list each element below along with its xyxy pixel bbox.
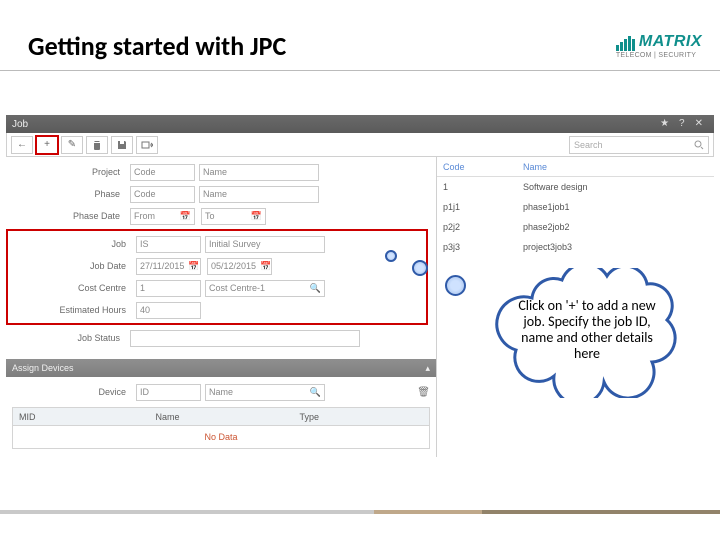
brand-logo: MATRIX TELECOM | SECURITY [616, 33, 702, 59]
lookup-icon[interactable]: 🔍 [310, 387, 321, 398]
callout-dot [445, 275, 466, 296]
calendar-icon: 📅 [180, 211, 191, 222]
search-placeholder: Search [574, 140, 603, 150]
job-form: Project Code Name Phase Code Name Phase … [6, 157, 436, 353]
save-button[interactable] [111, 136, 133, 154]
trash-icon [92, 140, 102, 150]
window-title: Job [12, 119, 28, 130]
toolbar: ← + ✎ Search [6, 133, 714, 157]
lookup-col-name: Name [523, 162, 547, 172]
lookup-icon[interactable]: 🔍 [310, 283, 321, 294]
trash-icon[interactable]: 🗑 [417, 387, 430, 398]
project-code-input[interactable]: Code [130, 164, 195, 181]
lookup-row[interactable]: 1Software design [437, 177, 714, 197]
label-project: Project [6, 167, 126, 177]
label-device: Device [12, 387, 132, 397]
logo-bars-icon [616, 36, 635, 51]
lookup-row[interactable]: p1j1phase1job1 [437, 197, 714, 217]
callout-dot [412, 260, 428, 276]
window-titlebar: Job ★ ? ✕ [6, 115, 714, 133]
device-name-input[interactable]: Name🔍 [205, 384, 325, 401]
calendar-icon: 📅 [260, 261, 271, 272]
lookup-row[interactable]: p3j3project3job3 [437, 237, 714, 257]
est-hours-input[interactable]: 40 [136, 302, 201, 319]
back-button[interactable]: ← [11, 136, 33, 154]
slide-title: Getting started with JPC [28, 30, 286, 62]
phase-date-from[interactable]: From📅 [130, 208, 195, 225]
col-type: Type [300, 412, 320, 422]
highlight-box: Job IS Initial Survey Job Date 27/11/201… [6, 229, 428, 325]
star-icon[interactable]: ★ [655, 119, 674, 129]
device-id-input[interactable]: ID [136, 384, 201, 401]
label-cost-centre: Cost Centre [12, 283, 132, 293]
collapse-icon[interactable]: ▴ [425, 363, 430, 374]
add-button[interactable]: + [36, 136, 58, 154]
job-code-input[interactable]: IS [136, 236, 201, 253]
col-name: Name [156, 412, 180, 422]
label-job: Job [12, 239, 132, 249]
label-job-date: Job Date [12, 261, 132, 271]
phase-code-input[interactable]: Code [130, 186, 195, 203]
cost-code-input[interactable]: 1 [136, 280, 201, 297]
phase-name-input[interactable]: Name [199, 186, 319, 203]
calendar-icon: 📅 [188, 261, 199, 272]
job-name-input[interactable]: Initial Survey [205, 236, 325, 253]
lookup-row[interactable]: p2j2phase2job2 [437, 217, 714, 237]
col-mid: MID [19, 412, 36, 422]
callout-bubble: Click on '+' to add a new job. Specify t… [492, 268, 682, 398]
edit-button[interactable]: ✎ [61, 136, 83, 154]
calendar-icon: 📅 [251, 211, 262, 222]
devices-empty: No Data [13, 426, 429, 448]
label-phase-date: Phase Date [6, 211, 126, 221]
label-est-hours: Estimated Hours [12, 305, 132, 315]
search-icon [694, 140, 704, 150]
close-icon[interactable]: ✕ [690, 119, 708, 129]
phase-date-to[interactable]: To📅 [201, 208, 266, 225]
help-icon[interactable]: ? [674, 119, 690, 129]
status-input[interactable] [130, 330, 360, 347]
footer-rule [0, 510, 720, 514]
cost-name-input[interactable]: Cost Centre-1🔍 [205, 280, 325, 297]
devices-section-title: Assign Devices [12, 363, 74, 373]
import-icon [141, 140, 153, 150]
logo-tagline: TELECOM | SECURITY [616, 52, 696, 59]
lookup-col-code: Code [443, 162, 523, 172]
search-input[interactable]: Search [569, 136, 709, 154]
project-name-input[interactable]: Name [199, 164, 319, 181]
callout-dot [385, 250, 397, 262]
logo-text: MATRIX [639, 33, 702, 51]
job-date-from[interactable]: 27/11/2015📅 [136, 258, 201, 275]
save-icon [117, 140, 127, 150]
import-button[interactable] [136, 136, 158, 154]
label-phase: Phase [6, 189, 126, 199]
label-status: Job Status [6, 333, 126, 343]
callout-text: Click on '+' to add a new job. Specify t… [517, 298, 657, 362]
delete-button[interactable] [86, 136, 108, 154]
devices-section-header[interactable]: Assign Devices ▴ [6, 359, 436, 377]
devices-table: MID Name Type No Data [12, 407, 430, 449]
job-date-to[interactable]: 05/12/2015📅 [207, 258, 272, 275]
